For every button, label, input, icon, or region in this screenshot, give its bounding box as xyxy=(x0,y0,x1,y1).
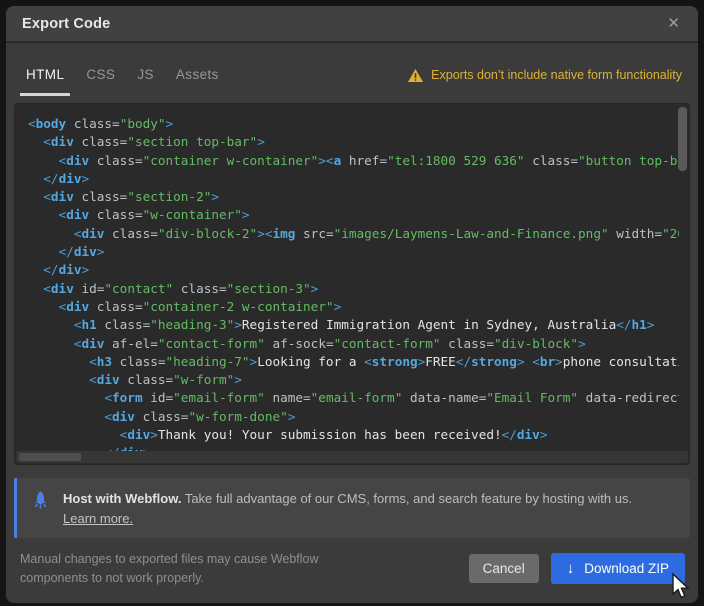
code-content: <body class="body"> <div class="section … xyxy=(15,104,689,463)
tab-js[interactable]: JS xyxy=(131,67,160,96)
banner-body-text: Take full advantage of our CMS, forms, a… xyxy=(181,491,632,506)
rocket-icon xyxy=(32,489,63,538)
vertical-scrollbar-thumb[interactable] xyxy=(678,107,687,171)
code-line: <div class="container w-container"><a hr… xyxy=(28,152,679,170)
code-line: <h3 class="heading-7">Looking for a <str… xyxy=(28,353,679,371)
cancel-button[interactable]: Cancel xyxy=(469,554,539,583)
download-zip-label: Download ZIP xyxy=(584,561,669,576)
download-arrow-icon: ↓ xyxy=(567,561,575,576)
code-panel[interactable]: <body class="body"> <div class="section … xyxy=(14,103,690,465)
code-line: </div> xyxy=(28,170,679,188)
dialog-titlebar: Export Code ✕ xyxy=(6,6,698,43)
code-line: <div class="w-form-done"> xyxy=(28,408,679,426)
host-with-webflow-banner: Host with Webflow. Take full advantage o… xyxy=(14,478,690,538)
code-line: <div class="div-block-2"><img src="image… xyxy=(28,225,679,243)
footer-note-line2: components to not work properly. xyxy=(20,571,204,585)
tab-html[interactable]: HTML xyxy=(20,67,70,96)
footer-note: Manual changes to exported files may cau… xyxy=(20,550,319,588)
dialog-footer: Manual changes to exported files may cau… xyxy=(6,538,698,603)
form-functionality-warning: Exports don’t include native form functi… xyxy=(408,68,682,96)
code-line: <div af-el="contact-form" af-sock="conta… xyxy=(28,335,679,353)
tab-assets[interactable]: Assets xyxy=(170,67,225,96)
code-line: <div class="section top-bar"> xyxy=(28,133,679,151)
warning-triangle-icon xyxy=(408,69,423,82)
code-line: <body class="body"> xyxy=(28,115,679,133)
banner-bold-text: Host with Webflow. xyxy=(63,491,181,506)
tabs-row: HTML CSS JS Assets Exports don’t include… xyxy=(6,43,698,96)
code-line: <h1 class="heading-3">Registered Immigra… xyxy=(28,316,679,334)
download-zip-button[interactable]: ↓ Download ZIP xyxy=(551,553,685,584)
dialog-title: Export Code xyxy=(22,16,110,32)
code-line: <form id="email-form" name="email-form" … xyxy=(28,389,679,407)
banner-text: Host with Webflow. Take full advantage o… xyxy=(63,489,632,538)
warning-text: Exports don’t include native form functi… xyxy=(431,68,682,82)
horizontal-scrollbar-track[interactable] xyxy=(16,451,688,463)
code-line: <div class="w-form"> xyxy=(28,371,679,389)
tab-css[interactable]: CSS xyxy=(80,67,121,96)
code-line: </div> xyxy=(28,261,679,279)
footer-buttons: Cancel ↓ Download ZIP xyxy=(469,553,685,584)
footer-note-line1: Manual changes to exported files may cau… xyxy=(20,552,319,566)
code-line: <div class="container-2 w-container"> xyxy=(28,298,679,316)
code-line: <div id="contact" class="section-3"> xyxy=(28,280,679,298)
horizontal-scrollbar-thumb[interactable] xyxy=(19,453,81,461)
close-icon[interactable]: ✕ xyxy=(665,12,682,35)
code-line: </div> xyxy=(28,243,679,261)
code-line: <div class="w-container"> xyxy=(28,206,679,224)
learn-more-link[interactable]: Learn more. xyxy=(63,509,133,529)
export-code-dialog: Export Code ✕ HTML CSS JS Assets Exports… xyxy=(6,6,698,603)
code-line: <div>Thank you! Your submission has been… xyxy=(28,426,679,444)
code-line: <div class="section-2"> xyxy=(28,188,679,206)
